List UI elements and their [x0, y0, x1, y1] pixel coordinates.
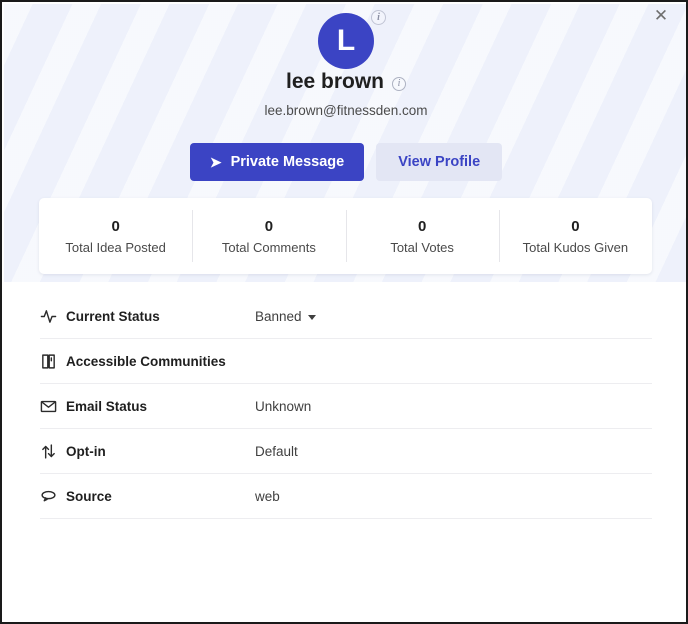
user-email: lee.brown@fitnessden.com	[4, 103, 688, 118]
view-profile-label: View Profile	[398, 154, 480, 170]
avatar[interactable]: L i	[318, 13, 374, 69]
envelope-icon	[40, 398, 66, 415]
page-title: lee brown	[286, 70, 384, 94]
stat-label: Total Idea Posted	[65, 240, 165, 255]
name-info-icon[interactable]: i	[392, 77, 406, 91]
detail-row-email-status: Email Status Unknown	[40, 384, 652, 429]
stats-card: 0 Total Idea Posted 0 Total Comments 0 T…	[39, 198, 652, 274]
profile-header: ✕ L i lee brown i lee.brown@fitnessden.c…	[4, 4, 688, 282]
screenshot-frame: ✕ L i lee brown i lee.brown@fitnessden.c…	[0, 0, 688, 624]
detail-row-current-status: Current Status Banned	[40, 294, 652, 339]
detail-row-accessible-communities: Accessible Communities	[40, 339, 652, 384]
current-status-dropdown[interactable]: Banned	[255, 309, 316, 324]
stat-value: 0	[111, 218, 119, 235]
stat-value: 0	[418, 218, 426, 235]
stat-total-kudos-given: 0 Total Kudos Given	[499, 198, 652, 274]
detail-label: Opt-in	[66, 444, 255, 459]
display-name-row: lee brown i	[4, 70, 688, 94]
detail-value: Unknown	[255, 399, 311, 414]
book-icon	[40, 353, 66, 370]
detail-row-opt-in: Opt-in Default	[40, 429, 652, 474]
stat-label: Total Votes	[390, 240, 454, 255]
avatar-initial: L	[337, 24, 355, 58]
detail-value: web	[255, 489, 280, 504]
chevron-down-icon	[308, 315, 316, 320]
detail-value: Default	[255, 444, 298, 459]
stat-label: Total Kudos Given	[523, 240, 629, 255]
profile-details: Current Status Banned Accessible Communi…	[4, 282, 688, 519]
action-buttons: ➤ Private Message View Profile	[4, 143, 688, 181]
stat-value: 0	[571, 218, 579, 235]
avatar-container: L i	[4, 13, 688, 69]
detail-label: Source	[66, 489, 255, 504]
stat-total-idea-posted: 0 Total Idea Posted	[39, 198, 192, 274]
user-profile-modal: ✕ L i lee brown i lee.brown@fitnessden.c…	[4, 4, 688, 624]
arrows-up-down-icon	[40, 443, 66, 460]
stat-total-comments: 0 Total Comments	[192, 198, 345, 274]
avatar-info-icon[interactable]: i	[371, 10, 386, 25]
speech-loop-icon	[40, 488, 66, 505]
stat-label: Total Comments	[222, 240, 316, 255]
send-icon: ➤	[210, 155, 222, 169]
detail-label: Email Status	[66, 399, 255, 414]
stat-value: 0	[265, 218, 273, 235]
view-profile-button[interactable]: View Profile	[376, 143, 502, 181]
detail-value: Banned	[255, 309, 302, 324]
detail-row-source: Source web	[40, 474, 652, 519]
activity-pulse-icon	[40, 308, 66, 325]
private-message-button[interactable]: ➤ Private Message	[190, 143, 364, 181]
stat-total-votes: 0 Total Votes	[346, 198, 499, 274]
detail-label: Current Status	[66, 309, 255, 324]
details-spacer	[40, 282, 652, 294]
private-message-label: Private Message	[231, 154, 345, 170]
detail-label: Accessible Communities	[66, 354, 255, 369]
